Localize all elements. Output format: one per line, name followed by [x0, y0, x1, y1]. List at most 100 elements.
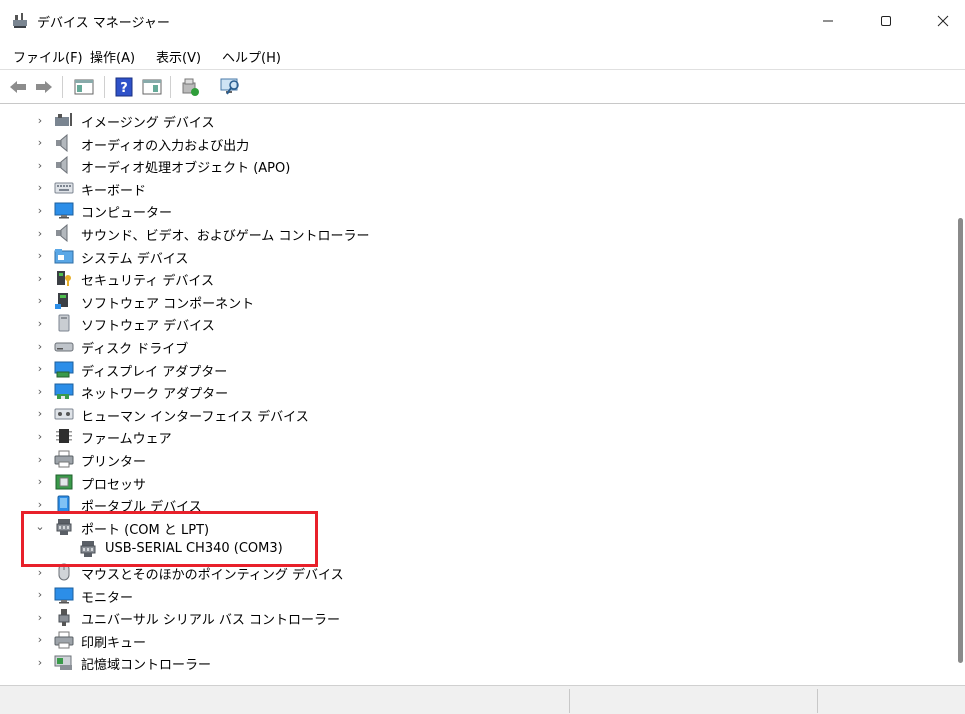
- chevron-right-icon[interactable]: ›: [34, 384, 46, 398]
- tree-category-label: マウスとそのほかのポインティング デバイス: [81, 568, 344, 583]
- printer-icon: [54, 631, 74, 649]
- chevron-right-icon[interactable]: ›: [34, 565, 46, 579]
- chevron-right-icon[interactable]: ›: [34, 633, 46, 647]
- window-title: デバイス マネージャー: [37, 16, 170, 31]
- tree-category-row[interactable]: › ネットワーク アダプター: [0, 380, 940, 402]
- tree-category-label: システム デバイス: [81, 251, 189, 267]
- status-separator: [569, 689, 570, 713]
- maximize-icon: [881, 16, 891, 26]
- tree-category-label: ソフトウェア デバイス: [81, 319, 215, 335]
- console-tree-button[interactable]: [72, 75, 96, 99]
- tree-category-row[interactable]: › 記憶域コントローラー: [0, 651, 940, 673]
- show-hide-console-tree-icon: [74, 79, 94, 95]
- tree-category-label: ソフトウェア コンポーネント: [81, 296, 255, 312]
- tree-category-row[interactable]: › セキュリティ デバイス: [0, 267, 940, 289]
- device-tree[interactable]: › イメージング デバイス › オーディオの入力および出力 › オーディオ処理オブジェクト…: [0, 106, 955, 685]
- tree-category-row[interactable]: › ソフトウェア コンポーネント: [0, 290, 940, 312]
- chevron-right-icon[interactable]: ›: [34, 339, 46, 353]
- tree-category-row[interactable]: › コンピューター: [0, 199, 940, 221]
- printer-icon: [54, 450, 74, 468]
- update-driver-button[interactable]: [178, 75, 202, 99]
- tree-category-label: オーディオの入力および出力: [81, 138, 250, 154]
- tree-category-row[interactable]: › イメージング デバイス: [0, 109, 940, 131]
- chevron-right-icon[interactable]: ›: [34, 588, 46, 602]
- menu-file[interactable]: ファイル(F): [13, 47, 83, 66]
- chevron-right-icon[interactable]: ›: [34, 610, 46, 624]
- chevron-right-icon[interactable]: ›: [34, 475, 46, 489]
- port-connector-icon: [80, 541, 96, 558]
- tree-category-row[interactable]: › ファームウェア: [0, 425, 940, 447]
- tree-category-row[interactable]: › ユニバーサル シリアル バス コントローラー: [0, 606, 940, 628]
- device-manager-icon: [13, 13, 27, 28]
- tree-category-row[interactable]: › オーディオ処理オブジェクト (APO): [0, 154, 940, 176]
- chevron-right-icon[interactable]: ›: [34, 113, 46, 127]
- mouse-icon: [58, 563, 70, 581]
- maximize-button[interactable]: [860, 0, 912, 42]
- tree-category-row[interactable]: › ディスプレイ アダプター: [0, 358, 940, 380]
- status-bar: [0, 685, 965, 714]
- speaker-icon: [56, 156, 68, 175]
- firmware-chip-icon: [56, 429, 72, 444]
- menu-action[interactable]: 操作(A): [90, 47, 135, 66]
- tree-category-label: プリンター: [81, 455, 147, 470]
- hid-icon: [54, 408, 74, 420]
- chevron-right-icon[interactable]: ›: [34, 271, 46, 285]
- tree-category-row[interactable]: › オーディオの入力および出力: [0, 132, 940, 154]
- chevron-right-icon[interactable]: ›: [34, 158, 46, 172]
- minimize-button[interactable]: [802, 0, 854, 42]
- tree-category-row[interactable]: › キーボード: [0, 177, 940, 199]
- tree-category-row[interactable]: › 印刷キュー: [0, 629, 940, 651]
- tree-category-label: ネットワーク アダプター: [81, 387, 229, 403]
- tree-category-row[interactable]: › プロセッサ: [0, 471, 940, 493]
- chevron-right-icon[interactable]: ›: [34, 429, 46, 443]
- help-button[interactable]: ?: [112, 75, 136, 99]
- update-driver-icon: [182, 78, 199, 96]
- tree-category-row[interactable]: › モニター: [0, 584, 940, 606]
- tree-category-row[interactable]: ⌄ ポート (COM と LPT): [0, 516, 940, 538]
- monitor-icon: [54, 202, 74, 219]
- properties-button[interactable]: [140, 75, 164, 99]
- title-bar: デバイス マネージャー: [0, 0, 965, 42]
- chevron-right-icon[interactable]: ›: [34, 316, 46, 330]
- tree-category-row[interactable]: › ディスク ドライブ: [0, 335, 940, 358]
- chevron-down-icon[interactable]: ⌄: [34, 520, 46, 534]
- close-button[interactable]: [917, 0, 965, 42]
- toolbar-separator: [104, 76, 105, 98]
- tree-category-row[interactable]: › ソフトウェア デバイス: [0, 312, 940, 334]
- scrollbar-thumb[interactable]: [958, 218, 963, 663]
- menu-help[interactable]: ヘルプ(H): [222, 47, 281, 66]
- chevron-right-icon[interactable]: ›: [34, 226, 46, 240]
- chevron-right-icon[interactable]: ›: [34, 294, 46, 308]
- tree-category-row[interactable]: › サウンド、ビデオ、およびゲーム コントローラー: [0, 222, 940, 244]
- chevron-right-icon[interactable]: ›: [34, 181, 46, 195]
- tree-category-row[interactable]: › プリンター: [0, 448, 940, 470]
- chevron-right-icon[interactable]: ›: [34, 407, 46, 421]
- chevron-right-icon[interactable]: ›: [34, 362, 46, 376]
- vertical-scrollbar[interactable]: [955, 106, 965, 685]
- forward-button[interactable]: [32, 75, 56, 99]
- software-device-icon: [58, 314, 70, 332]
- toolbar-separator: [62, 76, 63, 98]
- network-adapter-icon: [54, 383, 74, 400]
- chevron-right-icon[interactable]: ›: [34, 497, 46, 511]
- tree-category-label: 記憶域コントローラー: [81, 658, 212, 674]
- tree-category-row[interactable]: › ポータブル デバイス: [0, 493, 940, 515]
- tree-device-row[interactable]: USB-SERIAL CH340 (COM3): [0, 538, 940, 560]
- chevron-right-icon[interactable]: ›: [34, 452, 46, 466]
- tree-category-row[interactable]: › システム デバイス: [0, 245, 940, 267]
- back-button[interactable]: [6, 75, 30, 99]
- scan-hardware-button[interactable]: [218, 75, 242, 99]
- help-icon: ?: [115, 77, 133, 97]
- menu-view[interactable]: 表示(V): [156, 47, 201, 66]
- security-key-icon: [57, 271, 71, 287]
- close-icon: [937, 15, 949, 27]
- tree-category-row[interactable]: › ヒューマン インターフェイス デバイス: [0, 403, 940, 425]
- chevron-right-icon[interactable]: ›: [34, 655, 46, 669]
- storage-controller-icon: [54, 655, 72, 671]
- chevron-right-icon[interactable]: ›: [34, 249, 46, 263]
- tree-category-row[interactable]: › マウスとそのほかのポインティング デバイス: [0, 561, 940, 583]
- tree-category-label: ポート (COM と LPT): [81, 522, 210, 538]
- chevron-right-icon[interactable]: ›: [34, 136, 46, 150]
- chevron-right-icon[interactable]: ›: [34, 203, 46, 217]
- tree-category-label: ディスプレイ アダプター: [81, 364, 228, 380]
